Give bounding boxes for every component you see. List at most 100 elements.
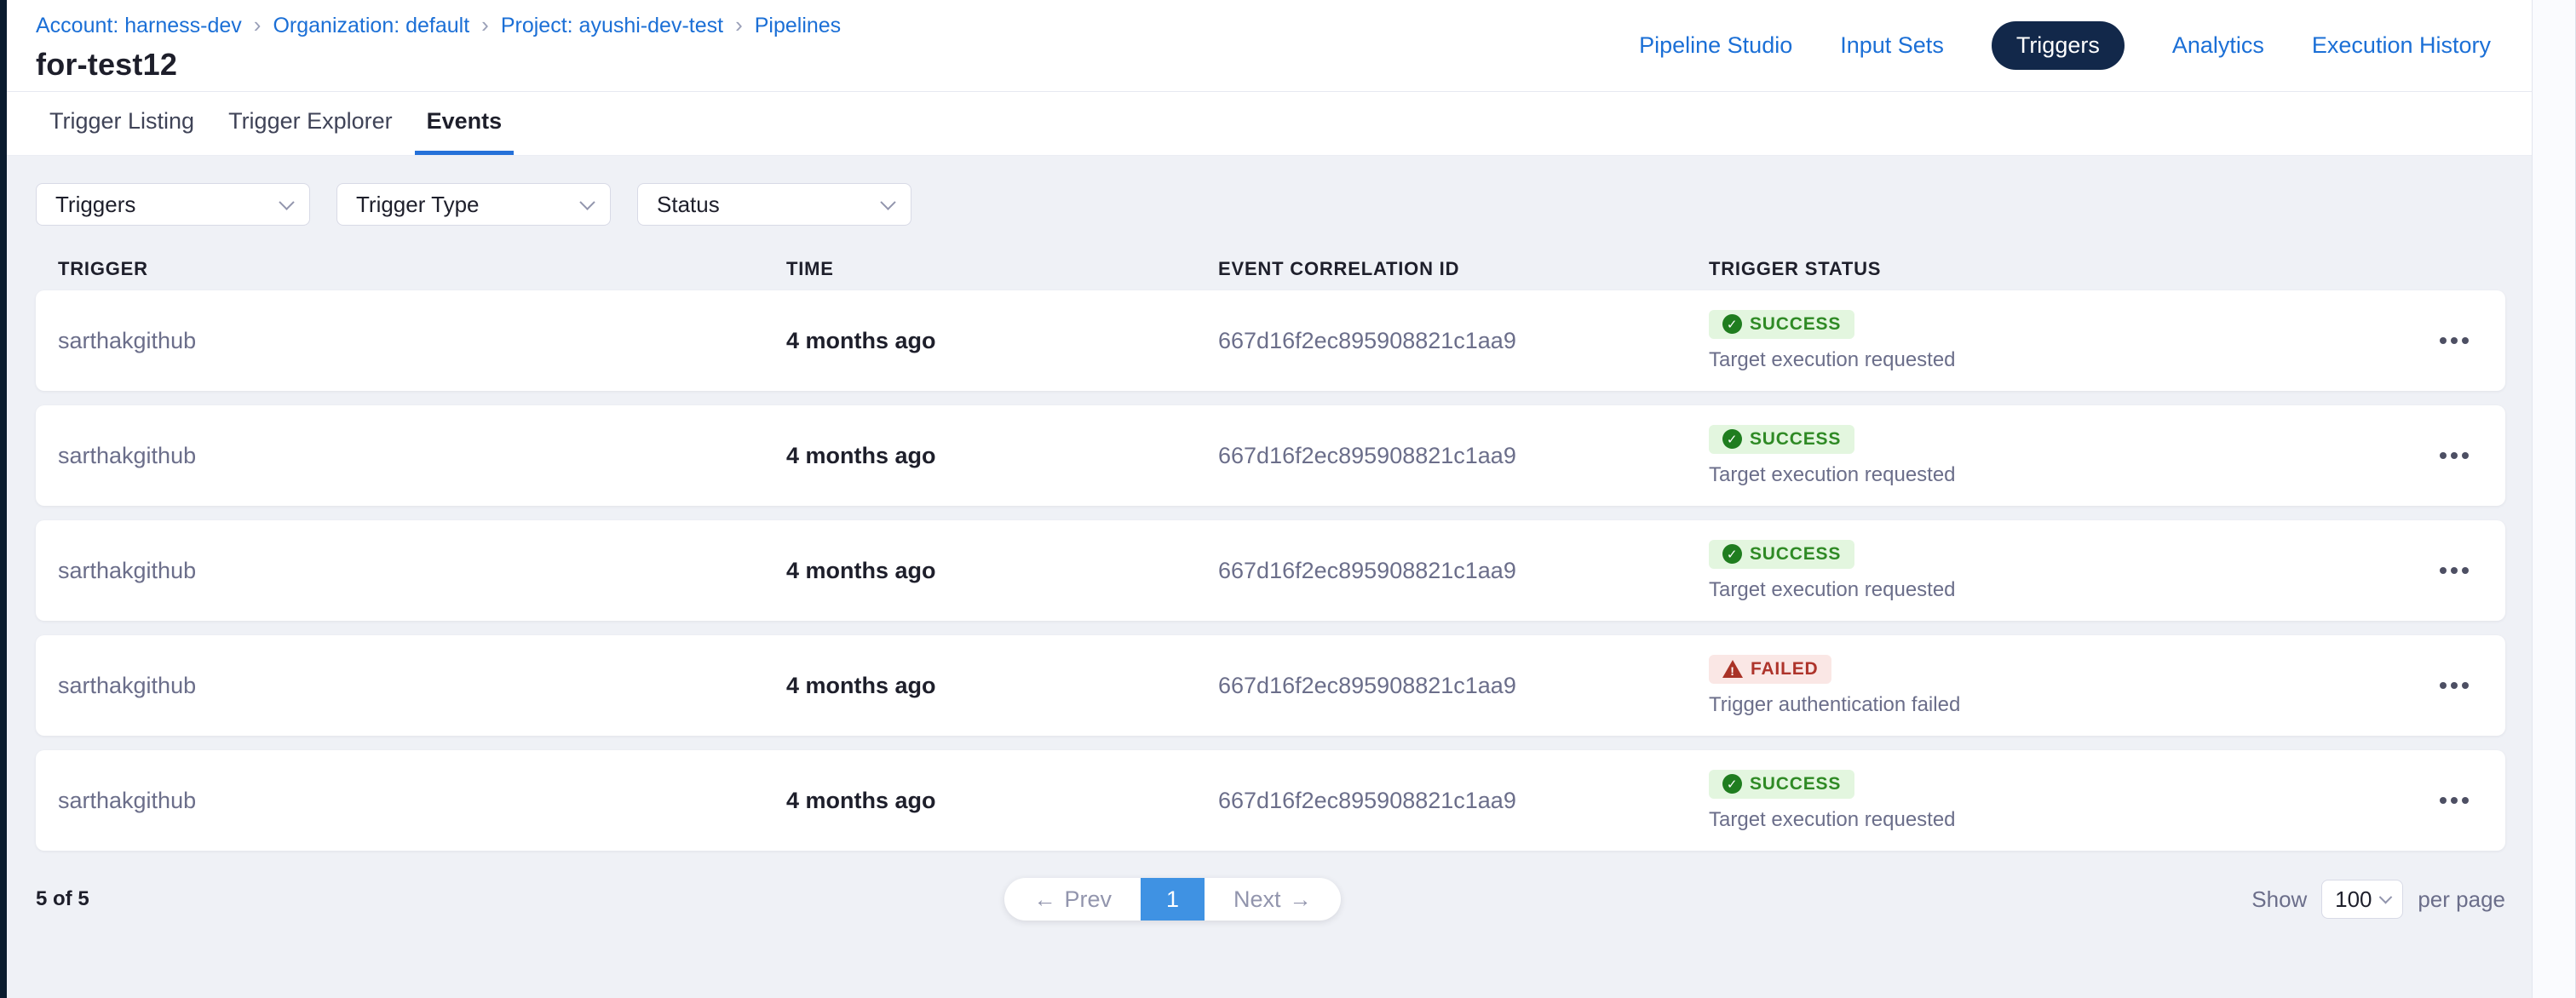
event-time: 4 months ago <box>786 443 1218 469</box>
trigger-status-cell: ✓ ! SUCCESS Target execution requested <box>1709 310 2424 372</box>
trigger-type-filter-label: Trigger Type <box>356 192 480 218</box>
event-time: 4 months ago <box>786 558 1218 584</box>
filters-row: Triggers Trigger Type Status <box>36 183 2505 226</box>
table-row[interactable]: sarthakgithub 4 months ago 667d16f2ec895… <box>36 520 2505 621</box>
trigger-name: sarthakgithub <box>58 328 786 354</box>
nav-analytics[interactable]: Analytics <box>2172 32 2264 59</box>
trigger-name: sarthakgithub <box>58 788 786 814</box>
chevron-down-icon <box>279 194 294 209</box>
table-row[interactable]: sarthakgithub 4 months ago 667d16f2ec895… <box>36 290 2505 391</box>
row-menu-button[interactable] <box>2429 439 2480 473</box>
tab-trigger-explorer[interactable]: Trigger Explorer <box>216 92 405 155</box>
row-menu-button[interactable] <box>2429 324 2480 358</box>
status-label: SUCCESS <box>1750 314 1841 335</box>
breadcrumb-project-link[interactable]: Project: ayushi-dev-test <box>501 14 723 38</box>
status-message: Target execution requested <box>1709 348 1956 372</box>
prev-label: Prev <box>1064 886 1112 913</box>
event-time: 4 months ago <box>786 788 1218 814</box>
status-badge: ✓ ! SUCCESS <box>1709 310 1854 339</box>
status-filter-dropdown[interactable]: Status <box>637 183 911 226</box>
tab-trigger-listing[interactable]: Trigger Listing <box>37 92 206 155</box>
column-header-time: TIME <box>786 258 1218 280</box>
status-message: Target execution requested <box>1709 463 1956 487</box>
row-menu-button[interactable] <box>2429 668 2480 703</box>
pagination: ← Prev 1 Next → <box>1004 878 1340 921</box>
trigger-status-cell: ✓ ! SUCCESS Target execution requested <box>1709 425 2424 487</box>
pipeline-nav: Pipeline Studio Input Sets Triggers Anal… <box>1639 0 2491 91</box>
header-left: Account: harness-dev › Organization: def… <box>36 0 841 91</box>
chevron-right-icon: › <box>481 14 489 36</box>
trigger-name: sarthakgithub <box>58 558 786 584</box>
status-label: SUCCESS <box>1750 774 1841 794</box>
per-page-label: per page <box>2418 886 2505 913</box>
column-header-correlation-id: EVENT CORRELATION ID <box>1218 258 1709 280</box>
breadcrumb-account-link[interactable]: Account: harness-dev <box>36 14 242 38</box>
arrow-left-icon: ← <box>1033 888 1055 910</box>
next-page-button[interactable]: Next → <box>1205 878 1341 921</box>
status-badge: ✓ ! FAILED <box>1709 655 1831 684</box>
event-time: 4 months ago <box>786 673 1218 699</box>
event-correlation-id: 667d16f2ec895908821c1aa9 <box>1218 788 1709 814</box>
row-menu-button[interactable] <box>2429 553 2480 588</box>
nav-input-sets[interactable]: Input Sets <box>1840 32 1944 59</box>
trigger-status-cell: ✓ ! SUCCESS Target execution requested <box>1709 540 2424 602</box>
chevron-down-icon <box>579 194 595 209</box>
status-badge: ✓ ! SUCCESS <box>1709 770 1854 799</box>
chevron-down-icon <box>880 194 895 209</box>
column-header-trigger-status: TRIGGER STATUS <box>1709 258 2424 280</box>
chevron-right-icon: › <box>254 14 262 36</box>
trigger-status-cell: ✓ ! FAILED Trigger authentication failed <box>1709 655 2424 717</box>
status-message: Target execution requested <box>1709 578 1956 602</box>
page-header: Account: harness-dev › Organization: def… <box>7 0 2532 92</box>
nav-pipeline-studio[interactable]: Pipeline Studio <box>1639 32 1792 59</box>
event-correlation-id: 667d16f2ec895908821c1aa9 <box>1218 443 1709 469</box>
collapsed-side-nav-edge[interactable] <box>0 0 7 998</box>
next-label: Next <box>1233 886 1281 913</box>
page: Account: harness-dev › Organization: def… <box>7 0 2532 998</box>
trigger-status-cell: ✓ ! SUCCESS Target execution requested <box>1709 770 2424 832</box>
page-size-value: 100 <box>2335 886 2372 913</box>
check-circle-icon: ✓ <box>1722 429 1742 449</box>
status-badge: ✓ ! SUCCESS <box>1709 425 1854 454</box>
event-rows: sarthakgithub 4 months ago 667d16f2ec895… <box>36 290 2505 851</box>
event-correlation-id: 667d16f2ec895908821c1aa9 <box>1218 328 1709 354</box>
check-circle-icon: ✓ <box>1722 544 1742 564</box>
table-row[interactable]: sarthakgithub 4 months ago 667d16f2ec895… <box>36 750 2505 851</box>
status-filter-label: Status <box>657 192 720 218</box>
scrollbar[interactable] <box>2532 0 2576 998</box>
breadcrumb: Account: harness-dev › Organization: def… <box>36 14 841 38</box>
pagination-footer: 5 of 5 ← Prev 1 Next → Show 100 per page <box>36 878 2505 921</box>
breadcrumb-pipelines-link[interactable]: Pipelines <box>755 14 841 38</box>
event-correlation-id: 667d16f2ec895908821c1aa9 <box>1218 673 1709 699</box>
page-size-control: Show 100 per page <box>1439 880 2505 919</box>
show-label: Show <box>2251 886 2307 913</box>
status-badge: ✓ ! SUCCESS <box>1709 540 1854 569</box>
chevron-right-icon: › <box>735 14 743 36</box>
trigger-tabbar: Trigger Listing Trigger Explorer Events <box>7 92 2532 156</box>
table-header: TRIGGER TIME EVENT CORRELATION ID TRIGGE… <box>36 248 2505 290</box>
tab-events[interactable]: Events <box>415 92 515 155</box>
row-menu-button[interactable] <box>2429 783 2480 817</box>
breadcrumb-organization-link[interactable]: Organization: default <box>273 14 469 38</box>
arrow-right-icon: → <box>1290 888 1312 910</box>
prev-page-button[interactable]: ← Prev <box>1004 878 1141 921</box>
triggers-filter-label: Triggers <box>55 192 135 218</box>
result-count: 5 of 5 <box>36 887 1102 911</box>
nav-execution-history[interactable]: Execution History <box>2312 32 2491 59</box>
trigger-type-filter-dropdown[interactable]: Trigger Type <box>336 183 611 226</box>
triggers-filter-dropdown[interactable]: Triggers <box>36 183 310 226</box>
event-correlation-id: 667d16f2ec895908821c1aa9 <box>1218 558 1709 584</box>
table-row[interactable]: sarthakgithub 4 months ago 667d16f2ec895… <box>36 635 2505 736</box>
status-label: FAILED <box>1751 659 1818 680</box>
status-message: Trigger authentication failed <box>1709 693 1960 717</box>
check-circle-icon: ✓ <box>1722 774 1742 794</box>
events-content: Triggers Trigger Type Status TRIGGER TIM… <box>7 156 2532 921</box>
nav-triggers[interactable]: Triggers <box>1992 21 2125 70</box>
page-size-dropdown[interactable]: 100 <box>2321 880 2403 919</box>
status-label: SUCCESS <box>1750 429 1841 450</box>
event-time: 4 months ago <box>786 328 1218 354</box>
status-label: SUCCESS <box>1750 544 1841 565</box>
trigger-name: sarthakgithub <box>58 443 786 469</box>
current-page-button[interactable]: 1 <box>1141 878 1205 921</box>
table-row[interactable]: sarthakgithub 4 months ago 667d16f2ec895… <box>36 405 2505 506</box>
